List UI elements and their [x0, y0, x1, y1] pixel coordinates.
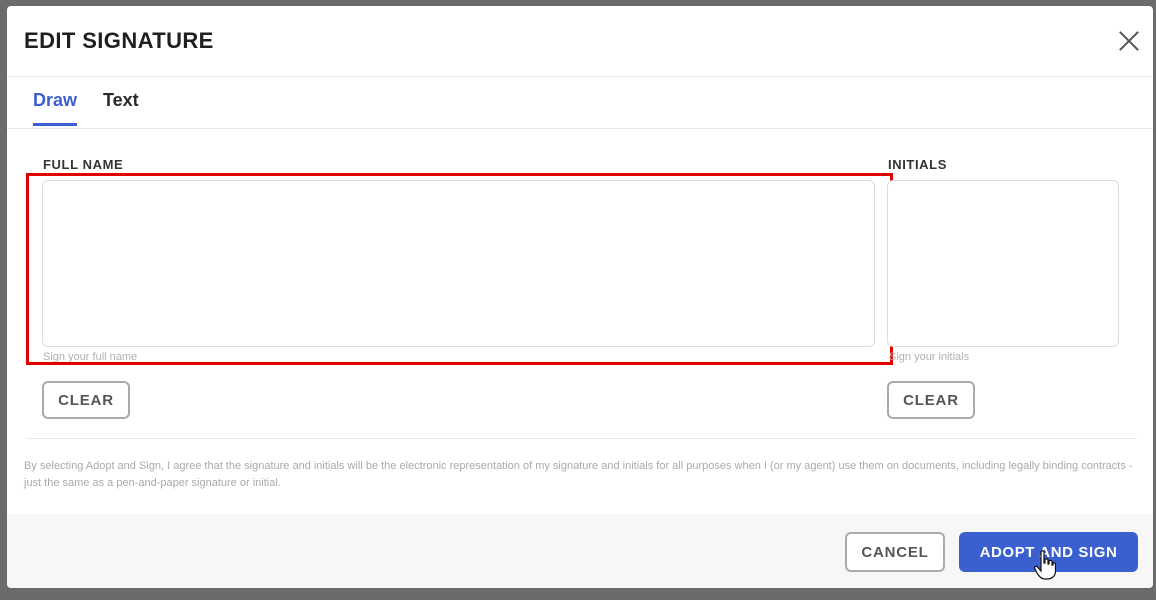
full-name-label: FULL NAME: [43, 157, 124, 172]
cancel-button[interactable]: CANCEL: [845, 532, 945, 572]
hand-pointer-icon: [1034, 550, 1056, 580]
initials-label: INITIALS: [888, 157, 947, 172]
edit-signature-modal: EDIT SIGNATURE Draw Text FULL NAME Sign …: [7, 6, 1153, 588]
initials-hint: Sign your initials: [889, 351, 970, 363]
initials-signature-pad[interactable]: [887, 180, 1119, 347]
full-name-hint: Sign your full name: [43, 351, 138, 363]
content-divider: [27, 438, 1137, 439]
modal-title: EDIT SIGNATURE: [24, 28, 214, 53]
clear-initials-button[interactable]: CLEAR: [887, 381, 975, 419]
legal-disclaimer: By selecting Adopt and Sign, I agree tha…: [24, 460, 1133, 489]
backdrop-text: [300, 588, 860, 600]
header-divider: [7, 76, 1153, 77]
tab-draw[interactable]: Draw: [33, 90, 78, 126]
tabs-divider: [7, 128, 1153, 129]
tab-text[interactable]: Text: [103, 90, 139, 123]
clear-full-name-button[interactable]: CLEAR: [42, 381, 130, 419]
close-icon[interactable]: [1115, 27, 1143, 55]
full-name-signature-pad[interactable]: [42, 180, 875, 347]
backdrop-text: [300, 0, 860, 4]
